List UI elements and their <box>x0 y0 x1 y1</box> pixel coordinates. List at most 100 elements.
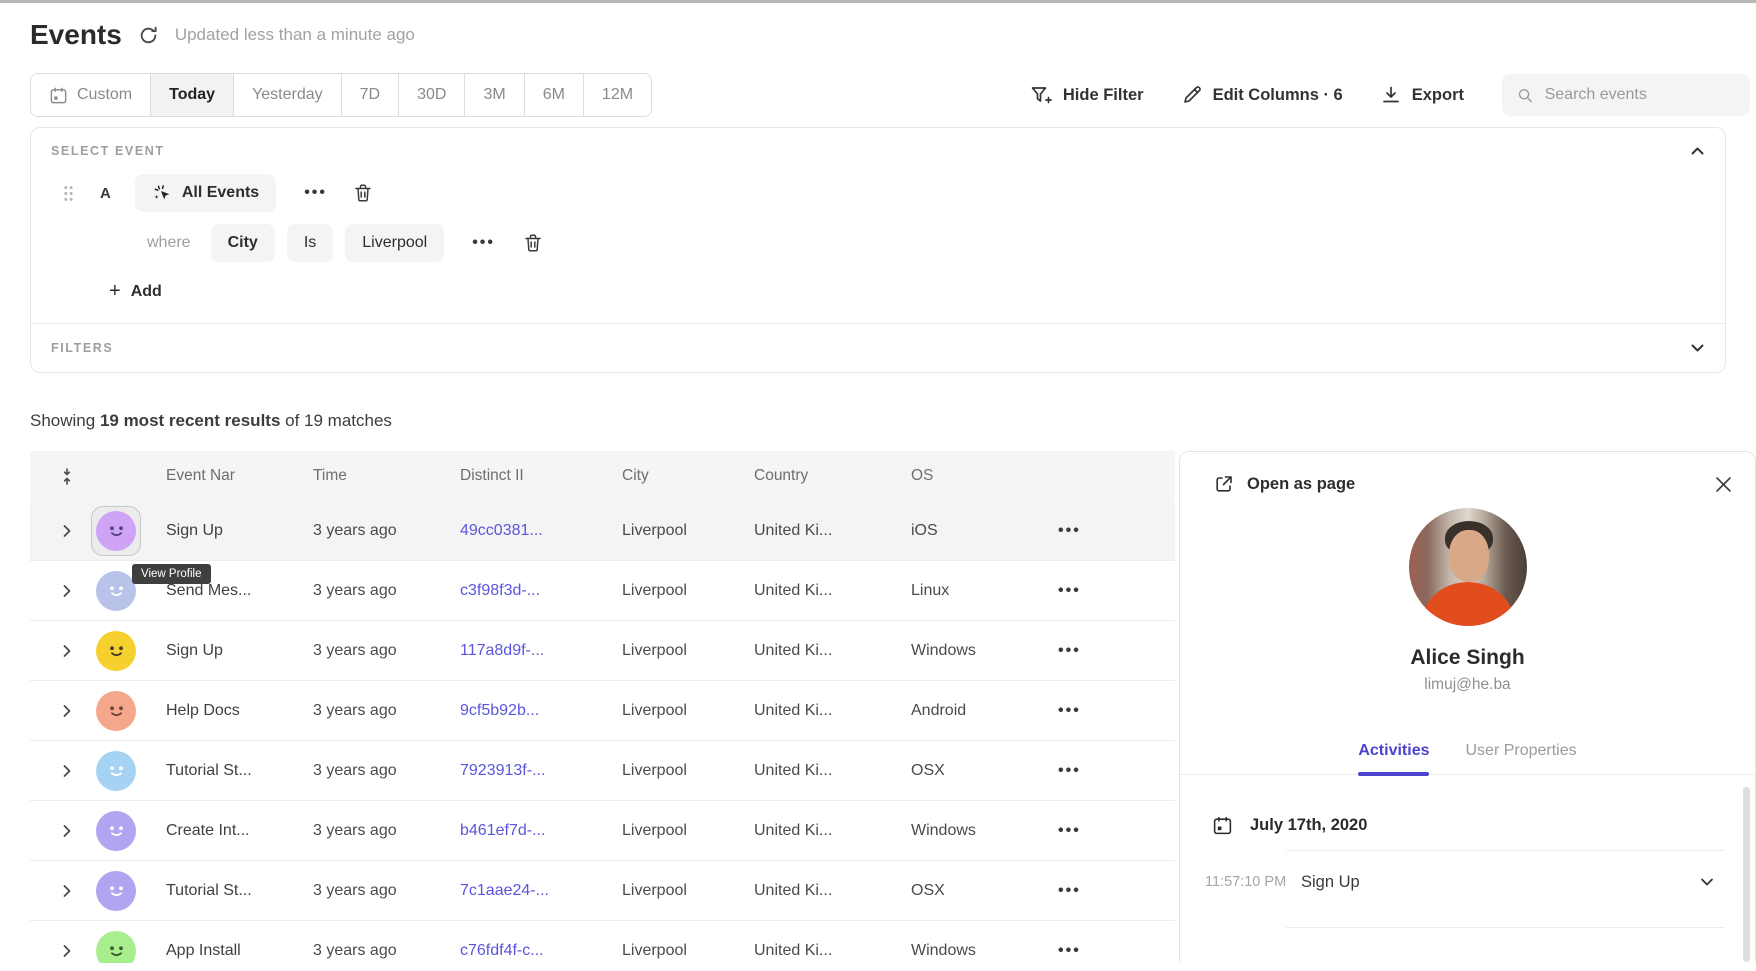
chevron-right-icon <box>60 523 74 539</box>
page-header: Events Updated less than a minute ago <box>0 3 1756 51</box>
event-name-cell: Tutorial St... <box>166 882 313 900</box>
filter-property-chip[interactable]: City <box>211 224 275 262</box>
column-header-time[interactable]: Time <box>313 467 460 485</box>
chevron-right-icon <box>60 583 74 599</box>
date-range-tab-6m[interactable]: 6M <box>525 74 584 116</box>
profile-tabs: Activities User Properties <box>1180 742 1755 775</box>
distinct-id-link[interactable]: c3f98f3d-... <box>460 582 622 600</box>
add-event-button[interactable]: + Add <box>109 280 162 303</box>
user-avatar[interactable] <box>96 871 136 911</box>
column-header-distinct-id[interactable]: Distinct II <box>460 467 622 485</box>
distinct-id-link[interactable]: 49cc0381... <box>460 522 622 540</box>
expand-row-button[interactable] <box>60 583 78 599</box>
user-avatar[interactable] <box>96 571 136 611</box>
hide-filter-button[interactable]: Hide Filter <box>1030 85 1144 105</box>
expand-row-button[interactable] <box>60 883 78 899</box>
expand-row-button[interactable] <box>60 823 78 839</box>
events-table: Event Nar Time Distinct II City Country … <box>30 451 1175 963</box>
column-header-country[interactable]: Country <box>754 467 911 485</box>
expand-row-button[interactable] <box>60 643 78 659</box>
time-cell: 3 years ago <box>313 582 460 600</box>
filters-section: FILTERS <box>31 323 1725 372</box>
os-cell: Windows <box>911 942 1040 960</box>
distinct-id-link[interactable]: 9cf5b92b... <box>460 702 622 720</box>
distinct-id-link[interactable]: c76fdf4f-c... <box>460 942 622 960</box>
date-range-tab-today[interactable]: Today <box>151 74 234 116</box>
expand-filters-button[interactable] <box>1690 342 1705 354</box>
row-more-button[interactable]: ••• <box>1058 942 1081 960</box>
date-range-tab-custom[interactable]: Custom <box>31 74 151 116</box>
close-panel-button[interactable] <box>1716 477 1731 492</box>
row-more-button[interactable]: ••• <box>1058 702 1081 720</box>
filter-more-button[interactable]: ••• <box>472 234 495 252</box>
date-range-tab-yesterday[interactable]: Yesterday <box>234 74 342 116</box>
country-cell: United Ki... <box>754 822 911 840</box>
activity-date: July 17th, 2020 <box>1250 816 1367 835</box>
distinct-id-link[interactable]: b461ef7d-... <box>460 822 622 840</box>
date-range-tab-label: 12M <box>602 86 633 104</box>
country-cell: United Ki... <box>754 942 911 960</box>
user-avatar[interactable] <box>96 631 136 671</box>
event-more-button[interactable]: ••• <box>304 184 327 202</box>
panel-scrollbar[interactable] <box>1743 787 1750 962</box>
expand-row-button[interactable] <box>60 703 78 719</box>
user-avatar[interactable] <box>96 511 136 551</box>
time-cell: 3 years ago <box>313 642 460 660</box>
expand-activity-button[interactable] <box>1699 876 1715 888</box>
chevron-down-icon <box>1699 876 1715 888</box>
expand-row-button[interactable] <box>60 943 78 959</box>
date-range-tab-12m[interactable]: 12M <box>584 74 651 116</box>
filter-delete-button[interactable] <box>523 233 543 253</box>
row-more-button[interactable]: ••• <box>1058 582 1081 600</box>
date-range-tab-7d[interactable]: 7D <box>342 74 399 116</box>
date-range-tab-30d[interactable]: 30D <box>399 74 465 116</box>
column-header-city[interactable]: City <box>622 467 754 485</box>
os-cell: Android <box>911 702 1040 720</box>
time-cell: 3 years ago <box>313 942 460 960</box>
expand-row-button[interactable] <box>60 523 78 539</box>
user-avatar[interactable] <box>96 811 136 851</box>
event-delete-button[interactable] <box>353 183 373 203</box>
user-avatar[interactable] <box>96 931 136 964</box>
row-more-button[interactable]: ••• <box>1058 762 1081 780</box>
column-header-os[interactable]: OS <box>911 467 1040 485</box>
open-as-page-button[interactable]: Open as page <box>1214 474 1355 494</box>
country-cell: United Ki... <box>754 522 911 540</box>
avatar-face-icon <box>103 937 130 963</box>
date-range-tab-label: 6M <box>543 86 565 104</box>
os-cell: OSX <box>911 882 1040 900</box>
collapse-rows-icon[interactable] <box>60 468 86 485</box>
date-range-tab-label: Yesterday <box>252 86 323 104</box>
tab-activities[interactable]: Activities <box>1358 742 1429 774</box>
row-more-button[interactable]: ••• <box>1058 642 1081 660</box>
user-avatar[interactable] <box>96 691 136 731</box>
date-range-tab-3m[interactable]: 3M <box>465 74 524 116</box>
query-builder-card: SELECT EVENT A All Events ••• where City… <box>30 127 1726 373</box>
event-selector-chip[interactable]: All Events <box>135 174 276 212</box>
filter-value-chip[interactable]: Liverpool <box>345 224 444 262</box>
row-more-button[interactable]: ••• <box>1058 882 1081 900</box>
column-header-event[interactable]: Event Nar <box>166 467 313 485</box>
export-button[interactable]: Export <box>1381 85 1464 105</box>
activity-event: Sign Up <box>1301 873 1360 892</box>
os-cell: Linux <box>911 582 1040 600</box>
expand-row-button[interactable] <box>60 763 78 779</box>
distinct-id-link[interactable]: 7923913f-... <box>460 762 622 780</box>
edit-columns-button[interactable]: Edit Columns · 6 <box>1182 85 1343 105</box>
calendar-icon <box>1212 815 1233 836</box>
row-more-button[interactable]: ••• <box>1058 822 1081 840</box>
user-avatar[interactable] <box>96 751 136 791</box>
distinct-id-link[interactable]: 7c1aae24-... <box>460 882 622 900</box>
distinct-id-link[interactable]: 117a8d9f-... <box>460 642 622 660</box>
collapse-section-button[interactable] <box>1690 145 1705 157</box>
where-label: where <box>147 234 191 252</box>
filter-operator-chip[interactable]: Is <box>287 224 333 262</box>
where-clause-row: where City Is Liverpool ••• <box>147 224 1705 262</box>
refresh-button[interactable] <box>138 25 159 46</box>
chevron-right-icon <box>60 703 74 719</box>
os-cell: OSX <box>911 762 1040 780</box>
drag-handle-icon[interactable] <box>63 185 74 202</box>
tab-user-properties[interactable]: User Properties <box>1465 742 1576 774</box>
search-events-input[interactable] <box>1545 86 1735 104</box>
row-more-button[interactable]: ••• <box>1058 522 1081 540</box>
